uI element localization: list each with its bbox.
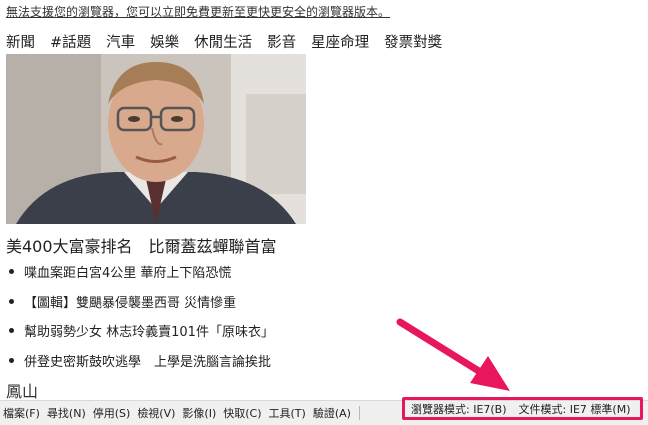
bullet-icon — [9, 298, 14, 304]
browser-upgrade-notice[interactable]: 無法支援您的瀏覽器，您可以立即免費更新至更快更安全的瀏覽器版本。 — [6, 3, 390, 20]
list-item[interactable]: 幫助弱勢少女 林志玲義賣101件「原味衣」 — [6, 321, 274, 351]
menu-disable[interactable]: 停用(S) — [90, 405, 135, 421]
bullet-icon — [9, 328, 14, 333]
menu-validate[interactable]: 驗證(A) — [310, 405, 355, 421]
bullet-icon — [9, 357, 14, 363]
list-item[interactable]: 併登史密斯鼓吹逃學 上學是洗腦言論挨批 — [6, 351, 274, 381]
nav-item-entertainment[interactable]: 娛樂 — [150, 31, 179, 52]
menu-images[interactable]: 影像(I) — [179, 405, 220, 421]
nav-item-auto[interactable]: 汽車 — [106, 31, 135, 52]
nav-item-lottery[interactable]: 發票對獎 — [384, 31, 442, 52]
news-title[interactable]: 幫助弱勢少女 林志玲義賣101件「原味衣」 — [24, 321, 274, 340]
news-title[interactable]: 喋血案距白宮4公里 華府上下陷恐慌 — [24, 262, 231, 281]
menu-find[interactable]: 尋找(N) — [44, 405, 90, 421]
bullet-icon — [9, 269, 14, 274]
nav-item-news[interactable]: 新聞 — [6, 31, 35, 52]
portrait-image — [6, 54, 306, 224]
main-nav: 新聞 #話題 汽車 娛樂 休閒生活 影音 星座命理 發票對獎 — [6, 31, 457, 52]
section-heading[interactable]: 鳳山 — [6, 378, 38, 402]
menu-tools[interactable]: 工具(T) — [266, 405, 310, 421]
document-mode-menu[interactable]: 文件模式: IE7 標準(M) — [519, 401, 631, 417]
nav-item-video[interactable]: 影音 — [267, 31, 296, 52]
menu-cache[interactable]: 快取(C) — [220, 405, 265, 421]
list-item[interactable]: 喋血案距白宮4公里 華府上下陷恐慌 — [6, 262, 274, 292]
mode-selectors-highlight: 瀏覽器模式: IE7(B) 文件模式: IE7 標準(M) — [402, 397, 643, 420]
nav-item-topics[interactable]: #話題 — [50, 31, 91, 52]
nav-item-leisure[interactable]: 休閒生活 — [194, 31, 252, 52]
nav-item-horoscope[interactable]: 星座命理 — [311, 31, 369, 52]
news-title[interactable]: 併登史密斯鼓吹逃學 上學是洗腦言論挨批 — [24, 351, 271, 370]
menu-file[interactable]: 檔案(F) — [0, 405, 44, 421]
news-list: 喋血案距白宮4公里 華府上下陷恐慌 【圖輯】雙颶暴侵襲墨西哥 災情慘重 幫助弱勢… — [6, 262, 274, 380]
menu-view[interactable]: 檢視(V) — [134, 405, 179, 421]
headline-photo[interactable] — [6, 54, 306, 224]
menu-divider — [358, 406, 360, 420]
headline-link[interactable]: 美400大富豪排名 比爾蓋茲蟬聯首富 — [6, 233, 277, 257]
news-title[interactable]: 【圖輯】雙颶暴侵襲墨西哥 災情慘重 — [24, 292, 236, 311]
browser-mode-menu[interactable]: 瀏覽器模式: IE7(B) — [411, 401, 507, 417]
list-item[interactable]: 【圖輯】雙颶暴侵襲墨西哥 災情慘重 — [6, 292, 274, 322]
